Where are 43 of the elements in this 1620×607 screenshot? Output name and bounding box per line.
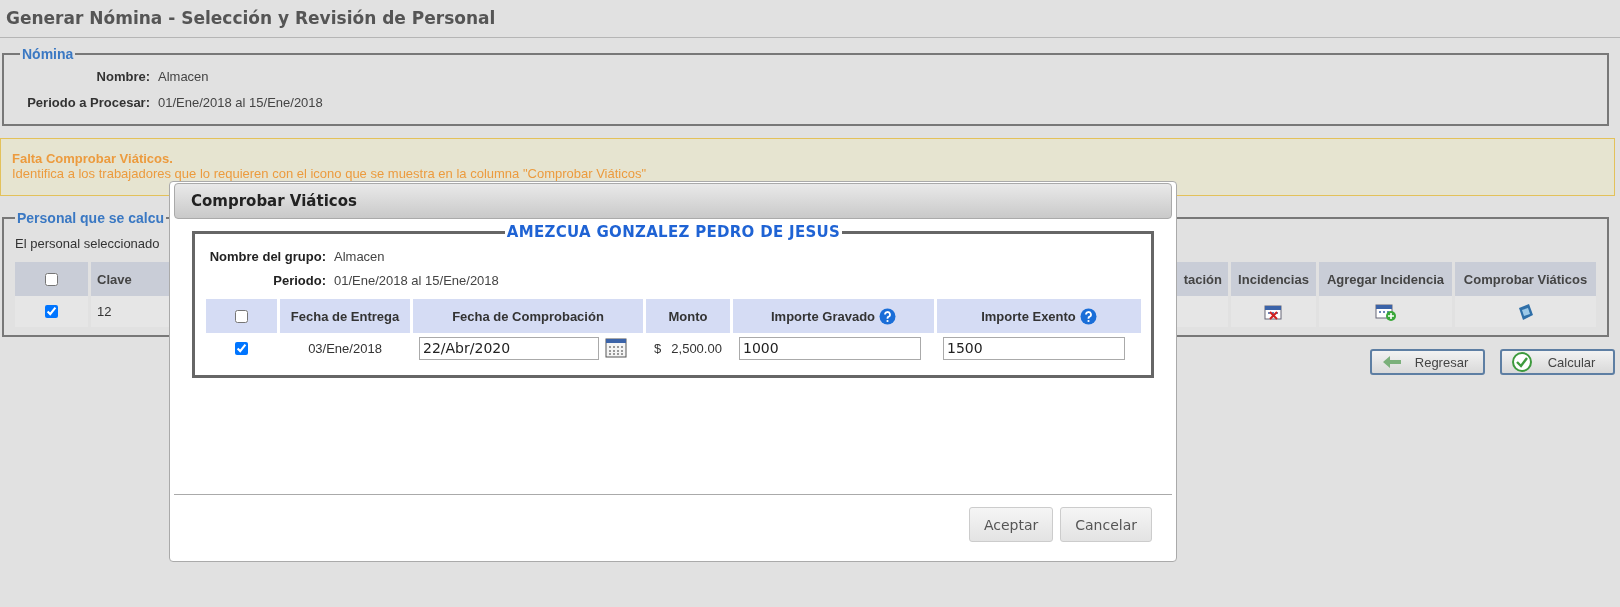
field-value: Almacen [158, 68, 209, 86]
currency-symbol: $ [654, 340, 662, 356]
arrow-icon [1382, 355, 1402, 369]
column-header: Importe Exento [937, 299, 1141, 333]
field-value: 01/Ene/2018 al 15/Ene/2018 [158, 94, 323, 112]
dialog-button[interactable]: Cancelar [1060, 507, 1152, 542]
column-header: Importe Gravado [733, 299, 934, 333]
panel-title: Personal que se calcu [16, 210, 166, 226]
calendar-remove-icon[interactable] [1263, 302, 1284, 321]
panel-title: Nómina [21, 46, 75, 62]
checkbox[interactable] [235, 309, 248, 323]
table-cell: 2,500.00 [671, 340, 722, 356]
page-title: Generar Nómina - Selección y Revisión de Personal [0, 0, 1620, 38]
column-header: Comprobar Viáticos [1455, 262, 1596, 296]
checkbox[interactable] [45, 272, 58, 286]
column-header: Fecha de Comprobación [413, 299, 643, 333]
checkbox[interactable] [45, 305, 58, 318]
input-field[interactable]: 1500 [943, 336, 1125, 360]
column-header: Monto [646, 299, 730, 333]
table-cell-text: 03/Ene/2018 [307, 339, 383, 358]
field-value: 01/Ene/2018 al 15/Ene/2018 [334, 272, 499, 290]
employee-name: AMEZCUA GONZALEZ PEDRO DE JESUS [505, 223, 842, 241]
dialog-title: Comprobar Viáticos [174, 183, 1172, 219]
date-field[interactable]: 22/Abr/2020 [419, 336, 599, 360]
calendar-icon[interactable] [605, 338, 627, 358]
warning-title: Falta Comprobar Viáticos. [12, 151, 174, 166]
column-header: Incidencias [1231, 262, 1316, 296]
dialog-button[interactable]: Aceptar [968, 507, 1054, 542]
field-label: Periodo: [272, 272, 326, 290]
checkbox[interactable] [235, 341, 248, 355]
action-button[interactable]: Calcular [1500, 349, 1615, 375]
help-icon[interactable] [1079, 307, 1097, 325]
calendar-add-icon[interactable] [1374, 301, 1397, 322]
column-header: Agregar Incidencia [1319, 262, 1452, 296]
panel-note: El personal seleccionado [15, 235, 161, 253]
action-button[interactable]: Regresar [1370, 349, 1485, 375]
field-label: Nombre: [95, 68, 150, 86]
field-label: Periodo a Procesar: [26, 94, 150, 112]
input-field[interactable]: 1000 [739, 336, 921, 360]
checkmark-icon [1512, 352, 1532, 372]
warning-message: Identifica a los trabajadores que lo requieren con el icono que se muestra en la columna "Comprobar Viáticos" [12, 166, 648, 181]
help-icon[interactable] [879, 307, 896, 325]
column-header: Fecha de Entrega [280, 299, 410, 333]
